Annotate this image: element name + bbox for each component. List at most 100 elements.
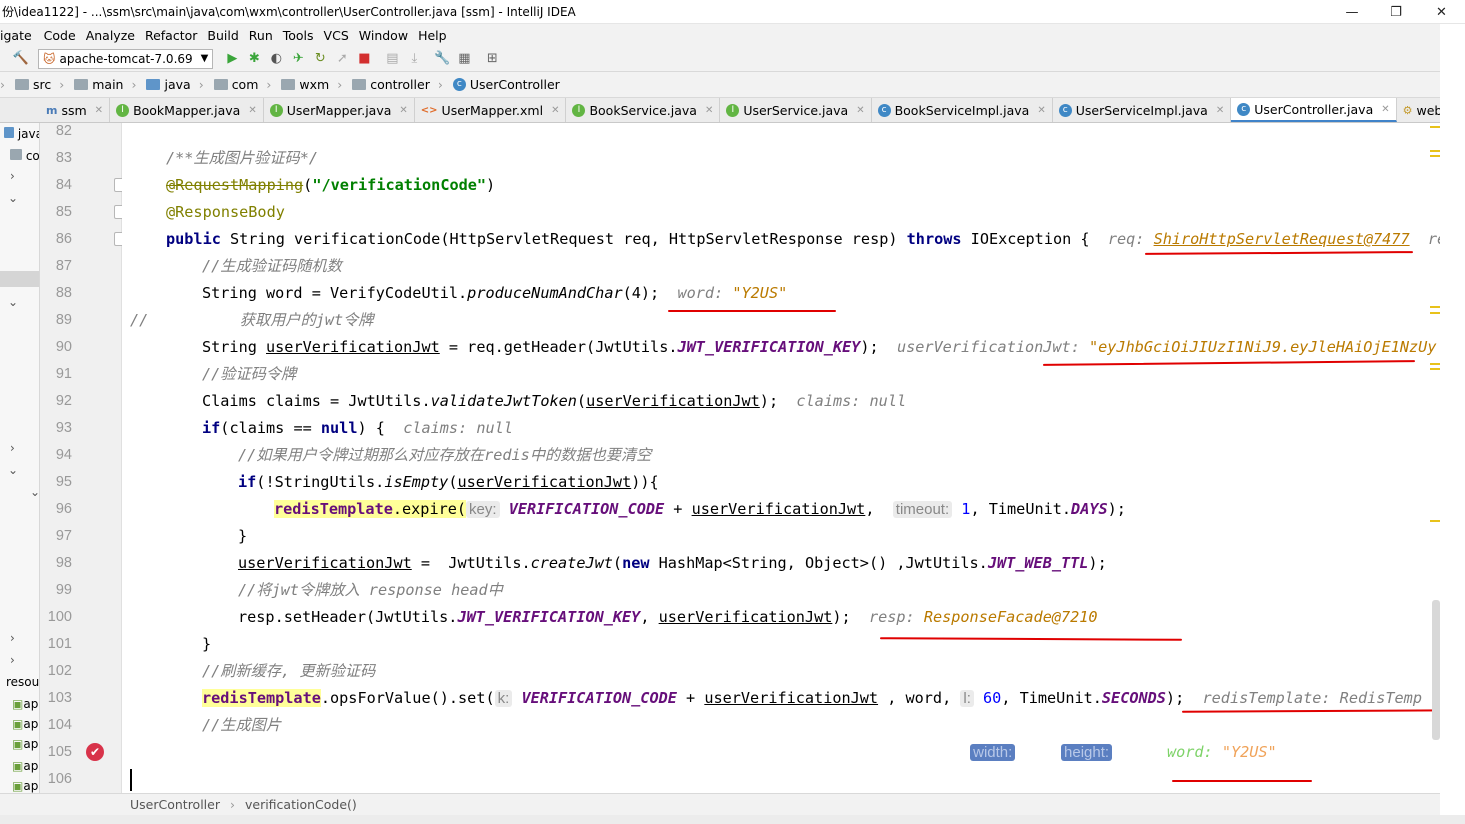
run-icon[interactable]: ▶ bbox=[221, 48, 243, 70]
close-button[interactable]: ✕ bbox=[1418, 0, 1465, 24]
tab-userserviceimpl[interactable]: c UserServiceImpl.java ✕ bbox=[1053, 98, 1232, 122]
project-structure-icon[interactable]: ▤ bbox=[381, 48, 403, 70]
run-configuration-select[interactable]: 🐱 apache-tomcat-7.0.69 ▼ bbox=[38, 48, 214, 69]
menu-refactor[interactable]: Refactor bbox=[145, 28, 203, 43]
breakpoint-icon[interactable]: ✔ bbox=[86, 743, 104, 761]
warning-stripe-marker[interactable] bbox=[1430, 312, 1440, 314]
close-tab-icon[interactable]: ✕ bbox=[248, 105, 256, 116]
interface-icon: I bbox=[572, 103, 586, 117]
code-line-97: } bbox=[238, 527, 248, 545]
project-node-file[interactable]: ▣ap bbox=[12, 717, 38, 731]
package-icon bbox=[213, 79, 228, 90]
project-node-file[interactable]: ▣ap bbox=[12, 737, 38, 751]
download-icon[interactable]: ⤓ bbox=[403, 48, 425, 70]
breadcrumb-wxm[interactable]: wxm › bbox=[275, 77, 346, 92]
coverage-icon[interactable]: ◐ bbox=[265, 48, 287, 70]
project-node-resources[interactable]: resou bbox=[6, 675, 39, 689]
restore-button[interactable]: ❐ bbox=[1374, 0, 1418, 24]
sdk-icon[interactable]: ⊞ bbox=[481, 48, 503, 70]
code-line-102: //刷新缓存, 更新验证码 bbox=[202, 662, 376, 680]
folder-icon bbox=[74, 79, 89, 90]
menu-analyze[interactable]: Analyze bbox=[86, 28, 141, 43]
tab-usercontroller[interactable]: c UserController.java ✕ bbox=[1231, 98, 1397, 122]
breadcrumb-java[interactable]: java › bbox=[140, 77, 207, 92]
chevron-right-icon: › bbox=[229, 797, 235, 812]
build-hammer-icon[interactable]: 🔨 bbox=[10, 48, 32, 70]
tab-usermapper-java[interactable]: I UserMapper.java ✕ bbox=[264, 98, 415, 122]
line-number: 84 bbox=[55, 177, 72, 193]
close-tab-icon[interactable]: ✕ bbox=[705, 105, 713, 116]
close-tab-icon[interactable]: ✕ bbox=[399, 105, 407, 116]
update-app-icon[interactable]: ↻ bbox=[309, 48, 331, 70]
expand-arrow-icon[interactable]: › bbox=[10, 169, 15, 183]
warning-stripe-marker[interactable] bbox=[1430, 363, 1440, 365]
expand-arrow-icon[interactable]: › bbox=[10, 653, 15, 667]
menu-navigate[interactable]: igate bbox=[0, 28, 38, 43]
project-node-java[interactable]: java bbox=[4, 127, 39, 141]
expand-arrow-icon[interactable]: › bbox=[10, 441, 15, 455]
menu-build[interactable]: Build bbox=[207, 28, 244, 43]
project-node-file[interactable]: ▣ap bbox=[12, 697, 38, 711]
menu-vcs[interactable]: VCS bbox=[324, 28, 355, 43]
close-tab-icon[interactable]: ✕ bbox=[551, 105, 559, 116]
breadcrumb-root[interactable]: › bbox=[0, 77, 9, 92]
annotation-underline bbox=[1172, 780, 1312, 782]
minimize-button[interactable]: — bbox=[1330, 0, 1374, 24]
warning-stripe-marker[interactable] bbox=[1430, 368, 1440, 370]
structure-icon[interactable]: ▦ bbox=[453, 48, 475, 70]
breadcrumb-usercontroller[interactable]: c UserController bbox=[447, 77, 564, 92]
profile-icon[interactable]: ✈ bbox=[287, 48, 309, 70]
menu-help[interactable]: Help bbox=[418, 28, 453, 43]
warning-stripe-marker[interactable] bbox=[1430, 150, 1440, 152]
collapse-arrow-icon[interactable]: ⌄ bbox=[8, 191, 18, 205]
breadcrumb-com[interactable]: com › bbox=[208, 77, 276, 92]
close-tab-icon[interactable]: ✕ bbox=[1037, 105, 1045, 116]
menu-window[interactable]: Window bbox=[359, 28, 414, 43]
code-line-99: //将jwt令牌放入 response head中 bbox=[238, 581, 503, 599]
menu-tools[interactable]: Tools bbox=[283, 28, 320, 43]
project-node-com[interactable]: co bbox=[10, 149, 39, 163]
tab-bookserviceimpl[interactable]: c BookServiceImpl.java ✕ bbox=[872, 98, 1053, 122]
close-tab-icon[interactable]: ✕ bbox=[1381, 104, 1389, 115]
code-editor[interactable]: /**生成图片验证码*/ @RequestMapping("/verificat… bbox=[122, 123, 1440, 793]
menu-code[interactable]: Code bbox=[44, 28, 82, 43]
debug-icon[interactable]: ✱ bbox=[243, 48, 265, 70]
editor-scrollbar[interactable] bbox=[1432, 600, 1440, 740]
breadcrumb-controller[interactable]: controller › bbox=[346, 77, 447, 92]
close-tab-icon[interactable]: ✕ bbox=[95, 105, 103, 116]
warning-stripe-marker[interactable] bbox=[1430, 126, 1440, 128]
close-tab-icon[interactable]: ✕ bbox=[856, 105, 864, 116]
line-number: 82 bbox=[55, 123, 72, 139]
package-icon bbox=[352, 79, 367, 90]
warning-stripe-marker[interactable] bbox=[1430, 306, 1440, 308]
collapse-arrow-icon[interactable]: ⌄ bbox=[30, 485, 39, 499]
project-selected-row[interactable] bbox=[0, 271, 39, 287]
code-line-90: String userVerificationJwt = req.getHead… bbox=[202, 338, 1437, 356]
line-number: 92 bbox=[55, 393, 72, 409]
expand-arrow-icon[interactable]: › bbox=[10, 631, 15, 645]
collapse-arrow-icon[interactable]: ⌄ bbox=[8, 295, 18, 309]
project-node-file[interactable]: ▣ap bbox=[12, 759, 38, 773]
settings-wrench-icon[interactable]: 🔧 bbox=[431, 48, 453, 70]
stop-icon[interactable]: ■ bbox=[353, 48, 375, 70]
status-class[interactable]: UserController bbox=[130, 797, 220, 812]
breadcrumb-src[interactable]: src › bbox=[9, 77, 68, 92]
tab-usermapper-xml[interactable]: <> UserMapper.xml ✕ bbox=[415, 98, 567, 122]
attach-debugger-icon[interactable]: ➚ bbox=[331, 48, 353, 70]
close-tab-icon[interactable]: ✕ bbox=[1216, 105, 1224, 116]
project-node-file[interactable]: ▣ap bbox=[12, 779, 38, 793]
warning-stripe-marker[interactable] bbox=[1430, 520, 1440, 522]
collapse-arrow-icon[interactable]: ⌄ bbox=[8, 463, 18, 477]
tab-bookmapper[interactable]: I BookMapper.java ✕ bbox=[110, 98, 264, 122]
code-line-88: String word = VerifyCodeUtil.produceNumA… bbox=[202, 284, 788, 302]
tab-userservice[interactable]: I UserService.java ✕ bbox=[720, 98, 872, 122]
warning-stripe-marker[interactable] bbox=[1430, 155, 1440, 157]
tab-bookservice[interactable]: I BookService.java ✕ bbox=[566, 98, 721, 122]
line-number: 83 bbox=[55, 150, 72, 166]
breadcrumb-main[interactable]: main › bbox=[68, 77, 140, 92]
status-method[interactable]: verificationCode() bbox=[245, 797, 357, 812]
menu-run[interactable]: Run bbox=[249, 28, 279, 43]
code-line-100: resp.setHeader(JwtUtils.JWT_VERIFICATION… bbox=[238, 608, 1098, 626]
code-line-92: Claims claims = JwtUtils.validateJwtToke… bbox=[202, 392, 907, 410]
code-line-105: String code = "data:image/png;base64," +… bbox=[202, 743, 1277, 761]
